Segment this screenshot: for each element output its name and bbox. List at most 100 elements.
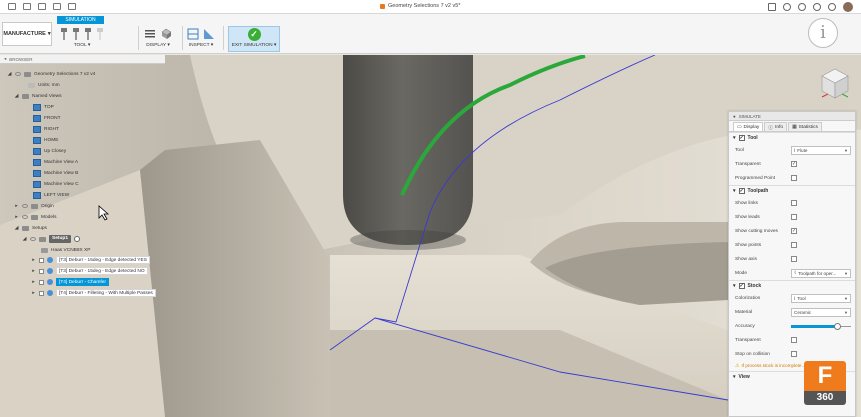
caret-right-icon[interactable]: ▸ [14,214,19,220]
undo-icon[interactable] [53,3,61,10]
named-view-item[interactable]: FRONT [33,113,61,123]
operation-checkbox[interactable] [39,268,44,274]
display-stock-icon[interactable] [160,28,172,40]
tool-section-header[interactable]: ▾ ✓ Tool [729,132,855,143]
transparent-row: Transparent ✓ [729,157,855,171]
stock-transparent-checkbox[interactable] [791,337,797,343]
material-select[interactable]: Ceramic ▼ [791,307,851,317]
operation-row-selected[interactable]: ▸ [T4] Deburr - Chamfer [31,277,109,287]
title-bar: Geometry Selections 7 v2 v5* [0,0,861,14]
stock-transparent-row: Transparent [729,333,855,347]
named-view-icon [33,114,41,122]
caret-right-icon[interactable]: ▸ [31,268,36,274]
named-view-item[interactable]: LEFT VIEW [33,190,69,200]
eye-icon[interactable] [22,204,28,208]
save-icon[interactable] [38,3,46,10]
eye-icon[interactable] [30,237,36,241]
section-analysis-icon[interactable] [203,28,215,40]
inspect-group[interactable]: INSPECT ▾ [187,27,215,53]
caret-right-icon[interactable]: ▸ [31,279,36,285]
stock-section-checkbox[interactable]: ✓ [738,283,745,289]
job-status-icon[interactable] [798,3,806,11]
operation-row[interactable]: ▸ [T3] Deburr - 15deg - Edge detected NO [31,266,148,276]
tool-section-checkbox[interactable]: ✓ [738,135,745,141]
browser-named-views[interactable]: ◢ Named Views [14,91,62,101]
tab-statistics[interactable]: ▦ Statistics [788,122,822,131]
browser-machine[interactable]: Haas VCNB8X XP [41,245,90,255]
measure-icon[interactable] [187,28,199,40]
avatar[interactable] [843,2,853,12]
accuracy-slider[interactable] [791,322,851,331]
show-links-checkbox[interactable] [791,200,797,206]
caret-right-icon[interactable]: ▸ [31,290,36,296]
redo-icon[interactable] [68,3,76,10]
browser-models[interactable]: ▸ Models [14,212,56,222]
named-view-item[interactable]: Machine View B [33,168,78,178]
show-cutting-moves-checkbox[interactable]: ✓ [791,228,797,234]
tool-holder-icon[interactable] [72,28,80,40]
simulate-panel-header[interactable]: ● SIMULATE [729,112,855,121]
stock-section-header[interactable]: ▾ ✓ Stock [729,280,855,291]
named-view-item[interactable]: RIGHT [33,124,59,134]
eye-icon[interactable] [15,72,21,76]
browser-setups[interactable]: ◢ Setups [14,223,47,233]
material-value: Ceramic [794,309,812,315]
browser-units[interactable]: Units: mm [28,80,60,90]
named-view-item[interactable]: Machine View A [33,157,78,167]
extensions-icon[interactable] [783,3,791,11]
operation-row[interactable]: ▸ [T3] Deburr - 15deg - Edge detected YE… [31,255,150,265]
browser-origin[interactable]: ▸ Origin [14,201,54,211]
add-tab-icon[interactable] [768,3,776,11]
stop-on-collision-checkbox[interactable] [791,351,797,357]
colorization-select[interactable]: ǀ Tool ▼ [791,293,851,303]
browser-setup[interactable]: ◢ Setup1 [22,234,80,244]
browser-root[interactable]: ◢ Geometry Selections 7 v2 v4 [7,69,96,79]
tab-simulation[interactable]: SIMULATION [57,16,104,24]
tool-holder-icon[interactable] [60,28,68,40]
grid-icon[interactable] [8,3,16,10]
mode-select-value: Toolpath for oper... [798,270,837,276]
exit-simulation-button[interactable]: ✓ EXIT SIMULATION ▾ [228,26,280,52]
programmed-point-checkbox[interactable] [791,175,797,181]
monitor-icon: ▭ [737,124,742,130]
transparent-checkbox[interactable]: ✓ [791,161,797,167]
caret-down-icon[interactable]: ◢ [22,236,27,242]
collapse-icon[interactable]: ◂ [4,56,6,62]
view-cube[interactable] [818,66,852,102]
file-icon[interactable] [23,3,31,10]
operation-row[interactable]: ▸ [T4] Deburr - Filleting - With Multipl… [31,288,156,298]
show-leads-label: Show leads [735,214,760,220]
show-leads-checkbox[interactable] [791,214,797,220]
tab-info[interactable]: ⓘ Info [764,122,788,131]
tool-group[interactable]: TOOL ▾ [60,27,104,53]
mode-select[interactable]: ⌇ Toolpath for oper... ▼ [791,268,851,278]
caret-down-icon[interactable]: ◢ [14,93,19,99]
caret-right-icon[interactable]: ▸ [31,257,36,263]
tab-display[interactable]: ▭ Display [733,122,764,131]
workspace-switcher[interactable]: MANUFACTURE ▾ [2,22,52,46]
info-icon[interactable]: i [808,18,838,48]
named-view-item[interactable]: Machine View C [33,179,79,189]
eye-icon[interactable] [22,215,28,219]
tool-holder-icon[interactable] [84,28,92,40]
toolpath-section-checkbox[interactable]: ✓ [738,188,745,194]
operation-checkbox[interactable] [39,279,44,285]
help-icon[interactable] [828,3,836,11]
display-group[interactable]: DISPLAY ▾ [144,27,172,53]
notifications-icon[interactable] [813,3,821,11]
display-lines-icon[interactable] [144,28,156,40]
named-view-item[interactable]: HOME [33,135,58,145]
toolpath-section-header[interactable]: ▾ ✓ Toolpath [729,185,855,196]
operation-checkbox[interactable] [39,257,44,263]
caret-down-icon[interactable]: ◢ [7,71,12,77]
caret-down-icon[interactable]: ◢ [14,225,19,231]
caret-right-icon[interactable]: ▸ [14,203,19,209]
show-points-checkbox[interactable] [791,242,797,248]
show-axis-checkbox[interactable] [791,256,797,262]
tool-select[interactable]: ǀ Flute ▼ [791,145,851,155]
accuracy-slider-handle[interactable] [834,322,842,330]
chevron-down-icon: ▾ [47,31,51,37]
named-view-item[interactable]: TOP [33,102,54,112]
named-view-item[interactable]: Up Closey [33,146,66,156]
operation-checkbox[interactable] [39,290,44,296]
